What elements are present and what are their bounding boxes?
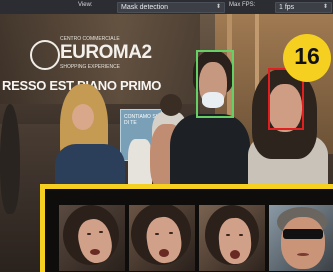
detected-faces-strip	[40, 184, 333, 272]
face-thumbnail[interactable]	[269, 205, 333, 271]
mall-logo-icon	[30, 40, 60, 70]
step-number-badge: 16	[283, 34, 331, 82]
chevron-updown-icon: ⬍	[322, 4, 328, 10]
detection-box-masked	[196, 50, 234, 118]
max-fps-select-value: 1 fps	[279, 4, 295, 11]
view-label: View:	[78, 2, 93, 8]
face-thumbnail[interactable]	[59, 205, 125, 271]
chevron-updown-icon: ⬍	[215, 4, 221, 10]
person-middle-head	[160, 94, 182, 116]
sunglasses-icon	[283, 229, 323, 239]
max-fps-select[interactable]: 1 fps ⬍	[275, 2, 332, 13]
sign-sub-text: SHOPPING EXPERIENCE	[60, 64, 121, 70]
video-feed: CENTRO COMMERCIALE EUROMA2 SHOPPING EXPE…	[0, 14, 333, 272]
toolbar: View: Mask detection ⬍ Max FPS: 1 fps ⬍	[0, 0, 333, 14]
view-select-value: Mask detection	[121, 4, 169, 11]
face-thumbnail[interactable]	[129, 205, 195, 271]
person-blonde-face	[72, 104, 94, 130]
badge-number: 16	[294, 43, 320, 69]
face-thumbnail[interactable]	[199, 205, 265, 271]
store-sign: CENTRO COMMERCIALE EUROMA2 SHOPPING EXPE…	[30, 36, 152, 70]
max-fps-label: Max FPS:	[229, 2, 256, 8]
sign-brand-text: EUROMA2	[60, 42, 152, 63]
view-select[interactable]: Mask detection ⬍	[117, 2, 225, 13]
person-left-edge	[0, 104, 20, 214]
